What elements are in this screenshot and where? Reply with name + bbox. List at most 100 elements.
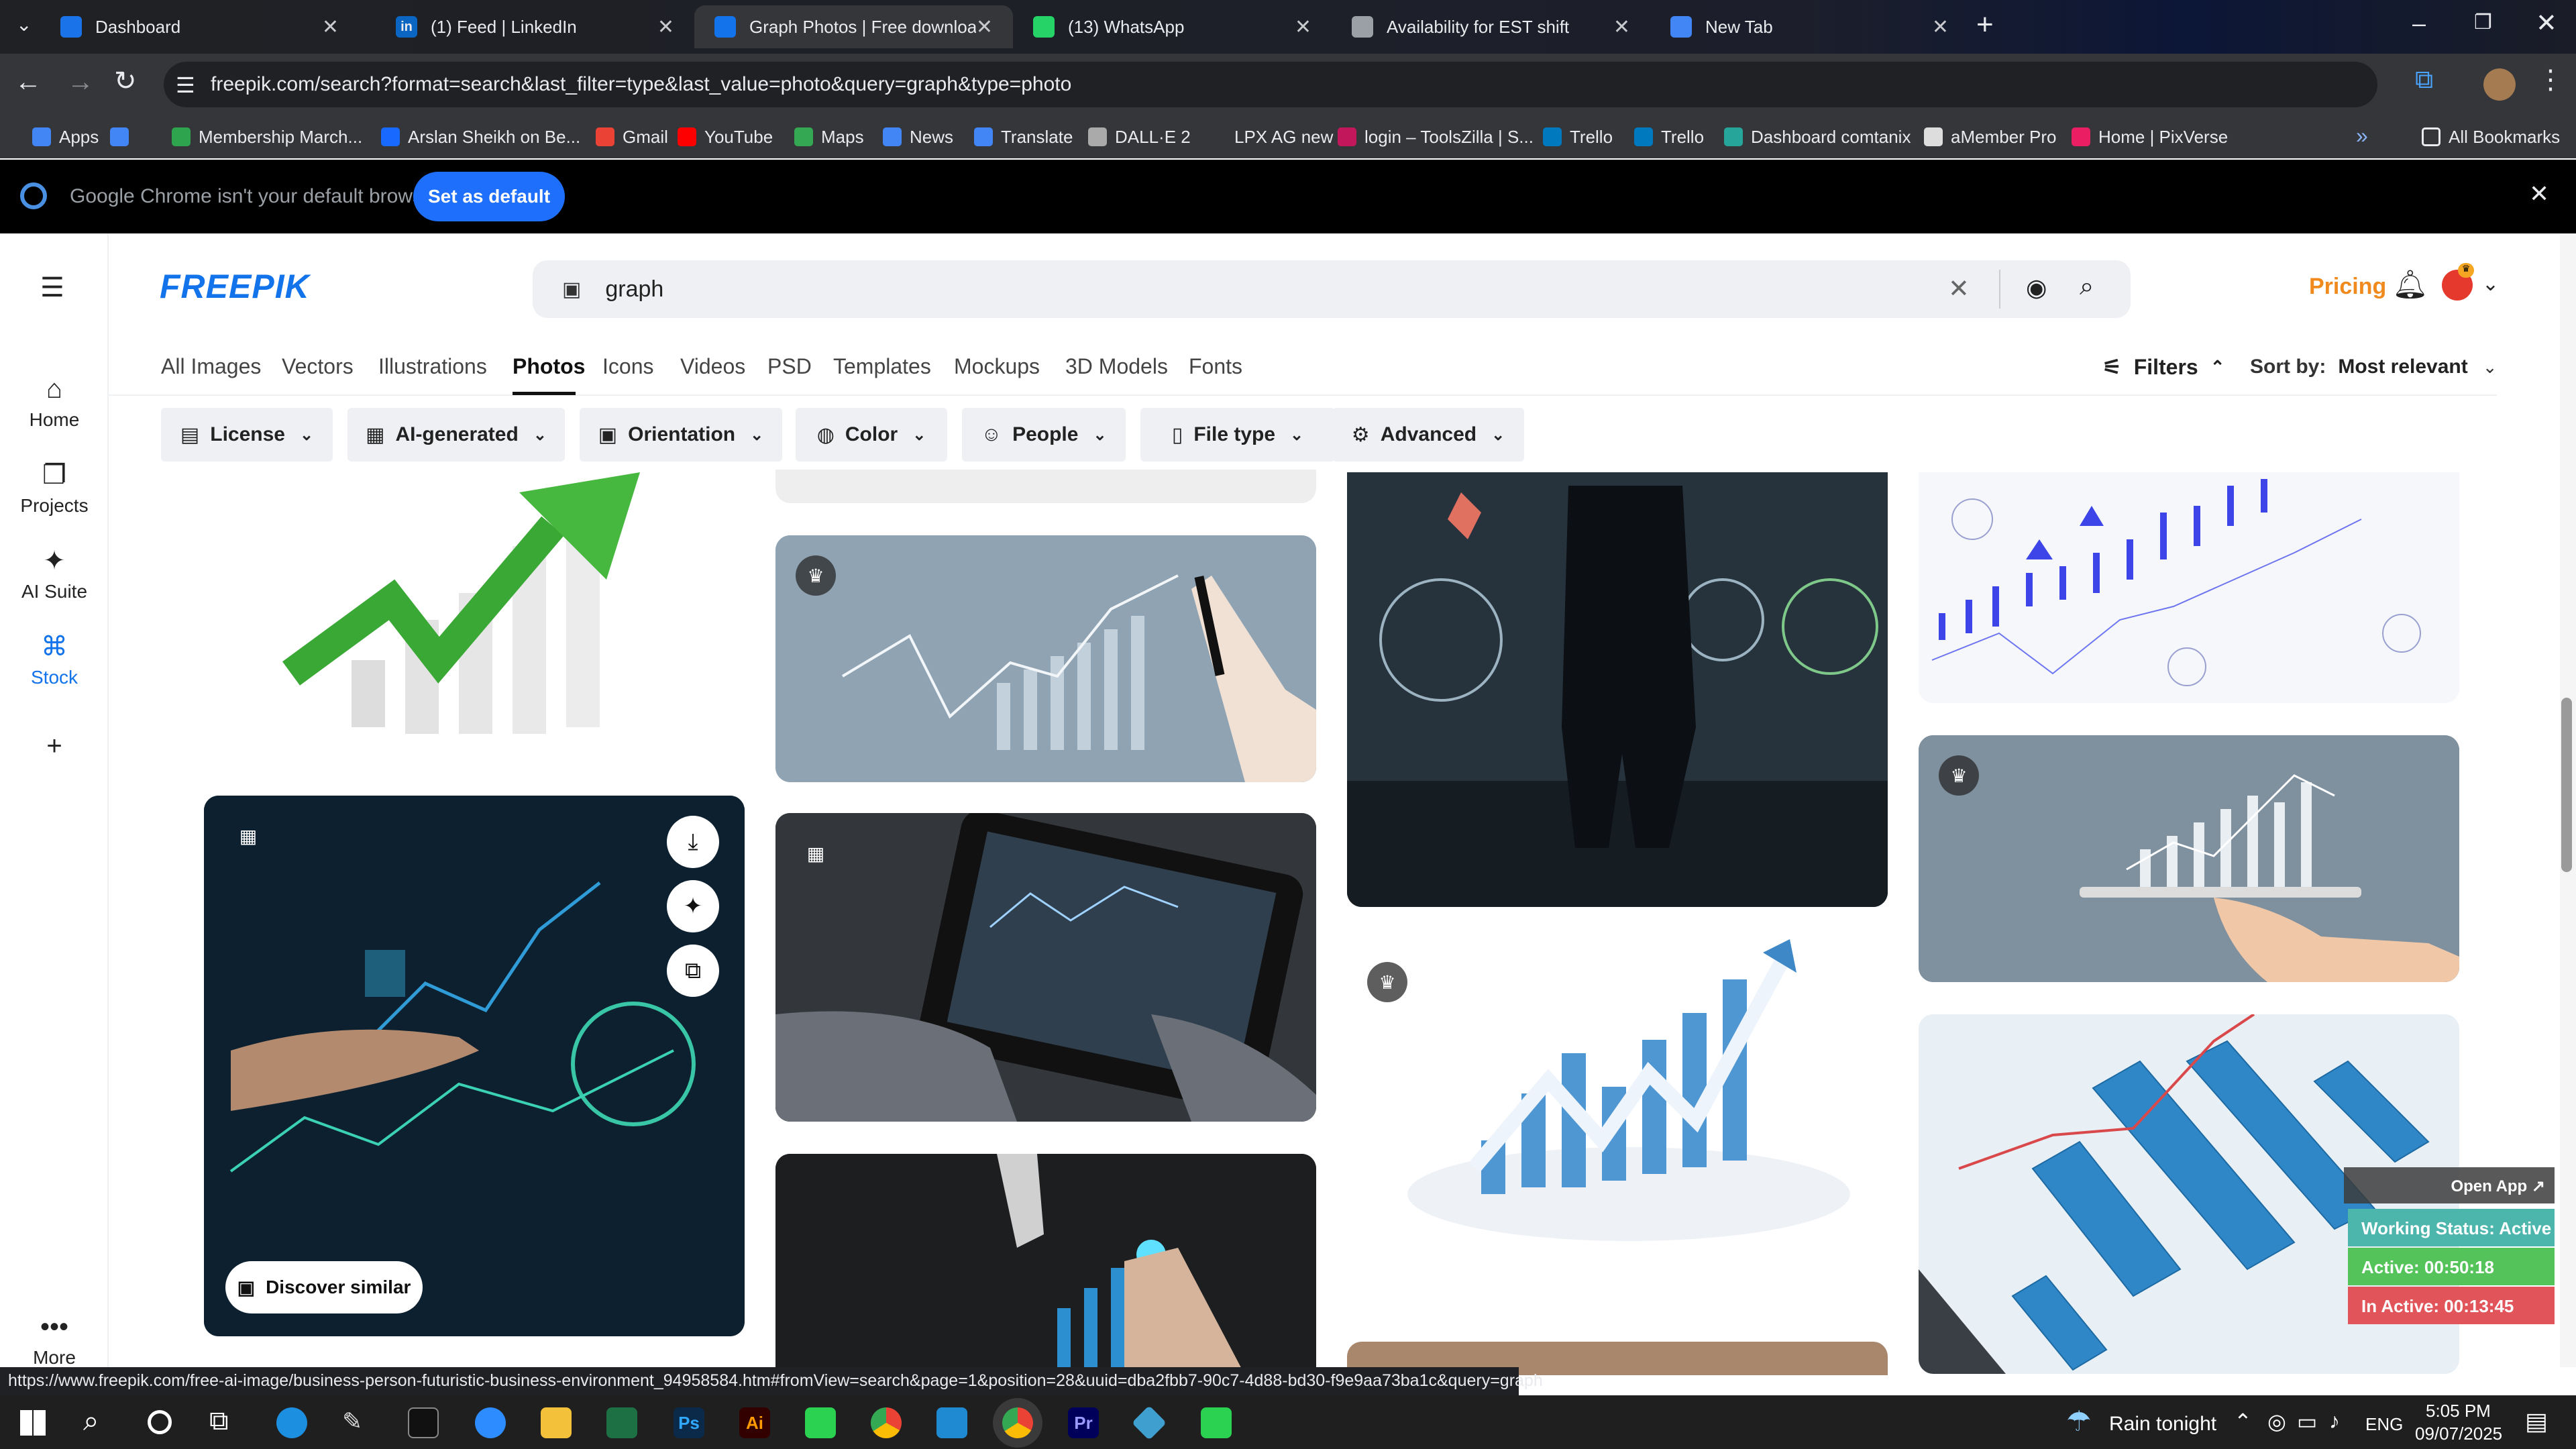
filter-people-button[interactable]: ☺ People ⌄ — [962, 408, 1126, 462]
image-card-green-arrow-bars[interactable] — [204, 472, 745, 767]
tab-videos[interactable]: Videos — [680, 354, 745, 379]
bookmark-item[interactable]: Apps — [32, 123, 99, 150]
account-chevron-icon[interactable]: ⌄ — [2482, 272, 2499, 296]
clear-search-icon[interactable]: ✕ — [1948, 274, 1970, 304]
tab-close-icon[interactable]: ✕ — [1932, 15, 1949, 39]
image-card-hand-futuristic-charts[interactable]: ▦ ⤓ ✦ ⧉ — [204, 796, 745, 1336]
task-view-icon[interactable]: ⧉ — [209, 1406, 229, 1436]
image-card-blue-3d-bars[interactable]: ♛ — [1347, 939, 1888, 1295]
search-icon[interactable]: ⌕ — [2080, 272, 2094, 301]
tab-close-icon[interactable]: ✕ — [322, 15, 339, 39]
language-indicator[interactable]: ENG — [2365, 1414, 2403, 1435]
bookmark-item[interactable]: Dashboard comtanix — [1724, 123, 1911, 150]
browser-tab[interactable]: Availability for EST shift ✕ — [1332, 5, 1650, 48]
tab-icons[interactable]: Icons — [602, 354, 653, 379]
sidebar-item-add[interactable]: + — [0, 731, 109, 766]
tray-app-icon[interactable]: ◎ — [2267, 1409, 2286, 1434]
cortana-icon[interactable] — [148, 1410, 172, 1434]
bookmark-item[interactable]: aMember Pro — [1924, 123, 2057, 150]
terminal-app-icon[interactable] — [408, 1407, 439, 1438]
bookmark-item[interactable] — [110, 123, 137, 150]
volume-icon[interactable]: ♪ — [2329, 1409, 2340, 1434]
illustrator-app-icon[interactable]: Ai — [739, 1407, 770, 1438]
hamburger-menu-icon[interactable]: ☰ — [40, 272, 64, 303]
browser-tab[interactable]: Dashboard ✕ — [40, 5, 359, 48]
save-to-collection-button[interactable]: ⧉ — [667, 945, 719, 997]
tab-search-icon[interactable]: ⌄ — [16, 13, 32, 36]
tray-chevron-icon[interactable]: ⌃ — [2234, 1409, 2252, 1434]
tab-psd[interactable]: PSD — [767, 354, 812, 379]
site-info-icon[interactable]: ☰ — [176, 72, 195, 98]
tab-close-icon[interactable]: ✕ — [976, 15, 993, 39]
filter-orientation-button[interactable]: ▣ Orientation ⌄ — [580, 408, 782, 462]
tab-close-icon[interactable]: ✕ — [1613, 15, 1630, 39]
tab-templates[interactable]: Templates — [833, 354, 931, 379]
minimize-icon[interactable]: – — [2412, 9, 2426, 38]
browser-tab[interactable]: in (1) Feed | LinkedIn ✕ — [376, 5, 694, 48]
image-card-hand-tablet-chart[interactable]: ♛ — [1919, 735, 2459, 982]
camera-search-icon[interactable]: ◉ — [2026, 274, 2047, 302]
bookmark-item[interactable]: Membership March... — [172, 123, 362, 150]
clock-date[interactable]: 09/07/2025 — [2415, 1424, 2502, 1444]
tab-fonts[interactable]: Fonts — [1189, 354, 1242, 379]
filter-ai-generated-button[interactable]: ▦ AI-generated ⌄ — [347, 408, 565, 462]
zoom-app-icon[interactable] — [475, 1407, 506, 1438]
blue-app-icon[interactable] — [1131, 1405, 1167, 1441]
excel-app-icon[interactable] — [606, 1407, 637, 1438]
all-bookmarks[interactable]: All Bookmarks — [2422, 123, 2560, 150]
green-app-icon[interactable] — [805, 1407, 836, 1438]
sort-dropdown[interactable]: Sort by: Most relevant ⌄ — [2250, 356, 2498, 378]
file-explorer-icon[interactable] — [541, 1407, 572, 1438]
bookmark-item[interactable]: DALL·E 2 — [1088, 123, 1191, 150]
url-bar[interactable]: ☰ freepik.com/search?format=search&last_… — [164, 62, 2377, 107]
image-card-tablet-car[interactable]: ▦ — [775, 813, 1316, 1122]
tab-close-icon[interactable]: ✕ — [657, 15, 674, 39]
photoshop-app-icon[interactable]: Ps — [674, 1407, 704, 1438]
tab-mockups[interactable]: Mockups — [954, 354, 1040, 379]
search-query[interactable]: graph — [605, 276, 663, 303]
pricing-link[interactable]: Pricing — [2309, 274, 2386, 300]
tab-photos[interactable]: Photos — [513, 354, 585, 379]
tab-close-icon[interactable]: ✕ — [1295, 15, 1311, 39]
scrollbar-thumb[interactable] — [2561, 698, 2572, 872]
tab-all-images[interactable]: All Images — [161, 354, 261, 379]
bookmark-item[interactable]: Trello — [1634, 123, 1704, 150]
sidebar-item-ai-suite[interactable]: ✦ AI Suite — [0, 546, 109, 602]
tab-vectors[interactable]: Vectors — [282, 354, 354, 379]
image-card-hand-pen-chart[interactable]: ♛ — [775, 535, 1316, 782]
bookmark-item[interactable]: Gmail — [596, 123, 668, 150]
filter-color-button[interactable]: ◍ Color ⌄ — [796, 408, 947, 462]
sidebar-item-more[interactable]: ••• More — [0, 1312, 109, 1368]
windows-start-icon[interactable] — [20, 1410, 46, 1436]
bookmark-item[interactable]: Trello — [1543, 123, 1613, 150]
ai-edit-button[interactable]: ✦ — [667, 880, 719, 932]
chrome-menu-icon[interactable]: ⋮ — [2537, 64, 2564, 95]
bookmark-item[interactable]: YouTube — [678, 123, 773, 150]
bookmark-item[interactable]: login – ToolsZilla | S... — [1338, 123, 1534, 150]
sidebar-item-projects[interactable]: ❐ Projects — [0, 460, 109, 517]
forward-icon[interactable]: → — [67, 67, 94, 97]
notifications-bell-icon[interactable]: 🔔︎ — [2392, 268, 2428, 301]
bookmark-item[interactable]: Maps — [794, 123, 864, 150]
notifications-icon[interactable]: ▤ — [2525, 1407, 2548, 1436]
sidebar-item-stock[interactable]: ⌘ Stock — [0, 632, 109, 688]
bookmark-item[interactable]: Arslan Sheikh on Be... — [381, 123, 580, 150]
chrome-active-app-icon[interactable] — [1002, 1407, 1033, 1438]
bookmark-item[interactable]: Translate — [974, 123, 1073, 150]
green-app-icon-2[interactable] — [1201, 1407, 1232, 1438]
bookmarks-overflow-icon[interactable]: » — [2356, 123, 2368, 148]
network-icon[interactable]: ▭ — [2297, 1409, 2317, 1434]
image-card-top-partial[interactable] — [775, 470, 1316, 503]
clock-time[interactable]: 5:05 PM — [2426, 1401, 2491, 1421]
image-card-businessman-screens[interactable] — [1347, 472, 1888, 907]
browser-tab[interactable]: Graph Photos | Free download ✕ — [694, 5, 1013, 48]
discover-similar-button[interactable]: ▣ Discover similar — [225, 1261, 423, 1313]
filters-toggle[interactable]: ⚟ Filters ⌃ — [2102, 354, 2225, 380]
filter-advanced-button[interactable]: ⚙ Advanced ⌄ — [1332, 408, 1524, 462]
tab-illustrations[interactable]: Illustrations — [378, 354, 487, 379]
notice-close-icon[interactable]: ✕ — [2529, 180, 2549, 208]
sidebar-item-home[interactable]: ⌂ Home — [0, 374, 109, 431]
bookmark-item[interactable]: News — [883, 123, 953, 150]
close-window-icon[interactable]: ✕ — [2536, 8, 2557, 38]
filter-license-button[interactable]: ▤ License ⌄ — [161, 408, 333, 462]
